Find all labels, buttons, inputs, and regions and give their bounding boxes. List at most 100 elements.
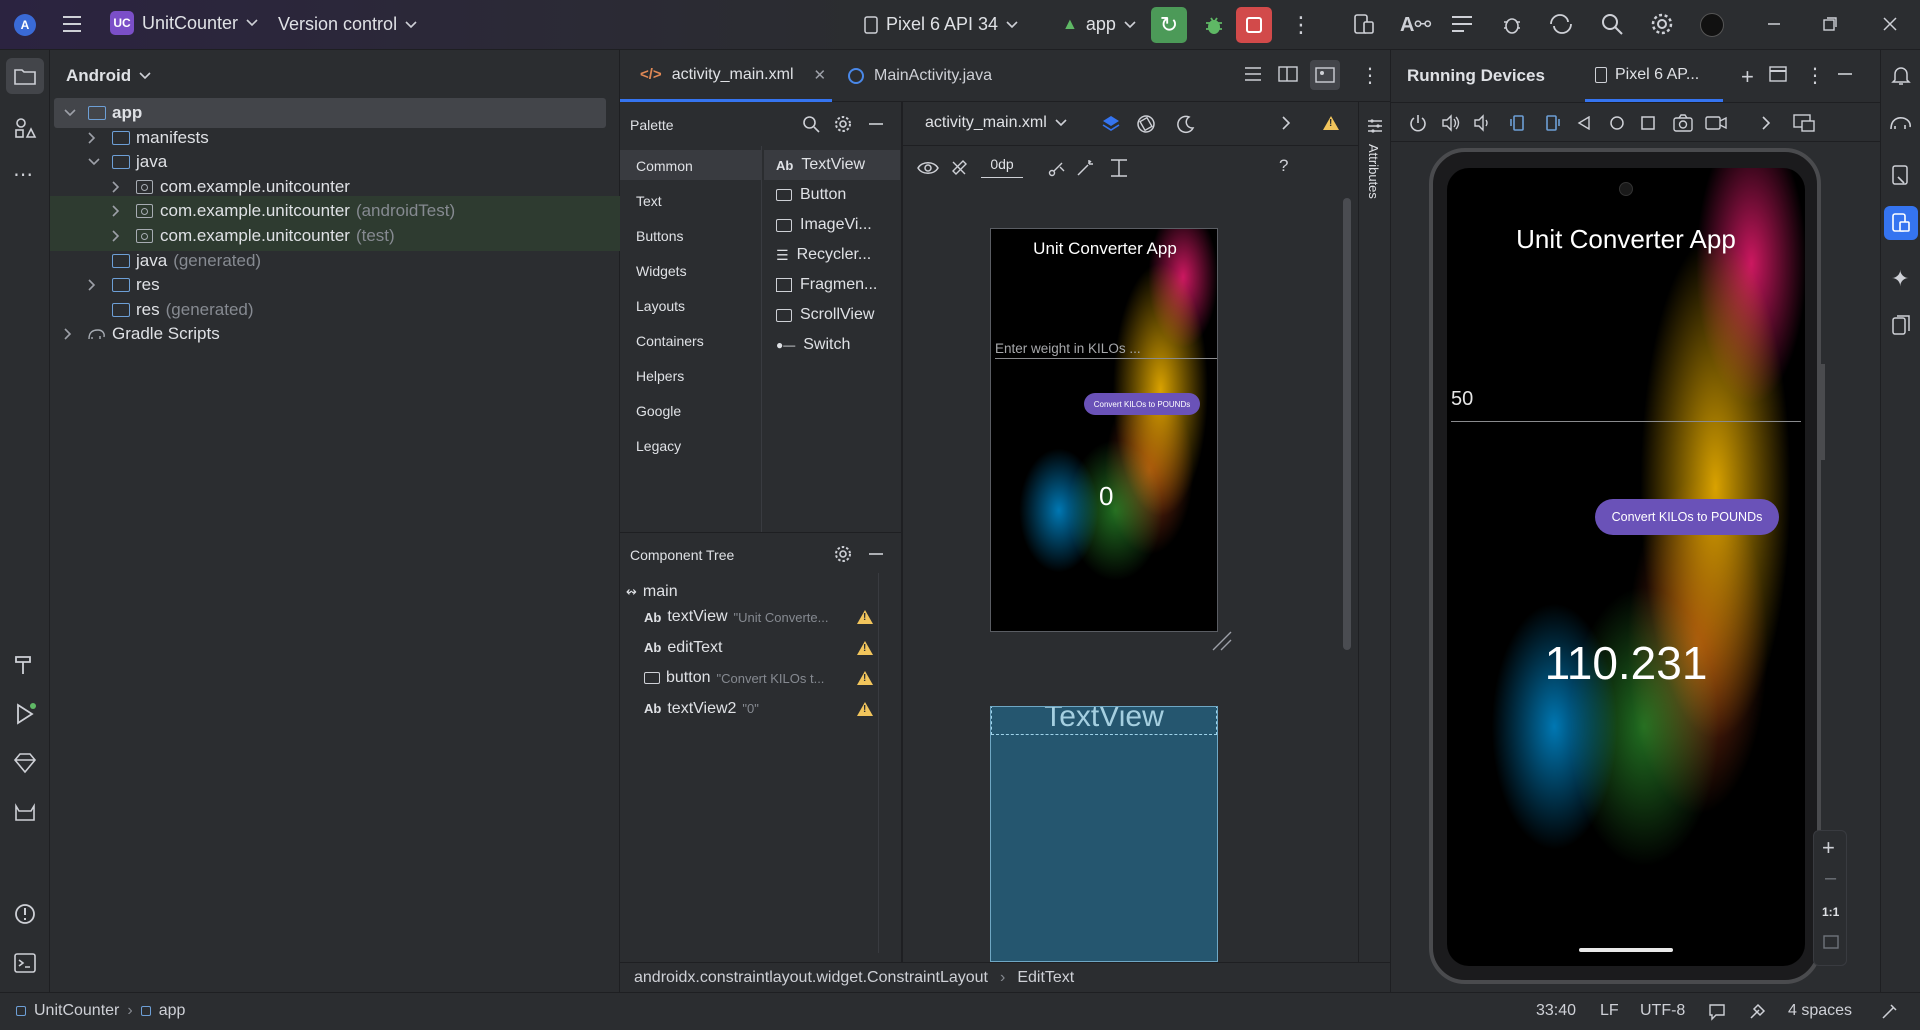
close-tab-icon[interactable]: ✕ (814, 66, 827, 84)
palette-category[interactable]: Widgets (636, 263, 687, 279)
settings-gear-icon[interactable] (1650, 12, 1674, 36)
orientation-icon[interactable] (1135, 114, 1157, 134)
rotate-right-icon[interactable] (1543, 114, 1561, 132)
power-icon[interactable] (1409, 114, 1427, 132)
autoconnect-off-icon[interactable] (949, 158, 969, 178)
hide-panel-icon[interactable] (1837, 72, 1853, 76)
component-item[interactable]: Ab editText (644, 639, 874, 657)
breadcrumb-item[interactable]: androidx.constraintlayout.widget.Constra… (634, 969, 988, 987)
default-margin-field[interactable]: 0dp (981, 156, 1023, 178)
palette-category[interactable]: Common (636, 158, 693, 174)
logcat-cat-icon[interactable] (13, 802, 37, 824)
clear-constraints-icon[interactable] (1047, 158, 1067, 178)
mirror-screen-icon[interactable] (1793, 114, 1815, 132)
account-avatar-icon[interactable] (1700, 13, 1724, 37)
chevron-down-icon[interactable] (88, 158, 104, 166)
project-folder-icon[interactable] (6, 58, 44, 94)
settings-gear-icon[interactable] (834, 545, 852, 563)
warning-icon[interactable] (857, 671, 873, 685)
palette-category[interactable]: Legacy (636, 438, 681, 454)
tree-item[interactable]: Gradle Scripts (50, 319, 620, 349)
attributes-side-tab[interactable]: Attributes (1358, 102, 1390, 962)
chevron-right-icon[interactable] (1761, 116, 1771, 130)
device-mirror-icon[interactable] (1890, 314, 1912, 336)
chevron-down-icon[interactable] (64, 109, 80, 117)
debug-icon[interactable] (1200, 11, 1228, 39)
build-hammer-icon[interactable] (13, 652, 37, 676)
zoom-actual-size-button[interactable]: 1:1 (1822, 905, 1839, 919)
blueprint-textview[interactable]: TextView (991, 707, 1217, 735)
palette-category[interactable]: Google (636, 403, 681, 419)
breadcrumb-item[interactable]: EditText (1017, 969, 1074, 987)
component-item[interactable]: Ab textView "Unit Converte... (644, 608, 874, 626)
more-tool-windows-icon[interactable]: ⋯ (13, 162, 33, 187)
main-menu-icon[interactable] (62, 15, 82, 33)
search-icon[interactable] (1600, 12, 1624, 36)
device-screen[interactable]: Unit Converter App 50 Convert KILOs to P… (1447, 168, 1805, 966)
readonly-toggle-icon[interactable] (1880, 1003, 1898, 1021)
minimize-panel-icon[interactable] (868, 552, 884, 556)
minimize-panel-icon[interactable] (868, 122, 884, 126)
design-blueprint-toggle-icon[interactable] (1101, 114, 1121, 134)
chevron-right-icon[interactable] (88, 132, 104, 144)
chevron-right-icon[interactable] (112, 205, 128, 217)
overview-icon[interactable] (1641, 116, 1655, 130)
zoom-fit-icon[interactable] (1823, 935, 1839, 949)
palette-item-fragment[interactable]: Fragmen... (776, 276, 877, 294)
layout-file-selector[interactable]: activity_main.xml (925, 114, 1067, 132)
palette-category[interactable]: Layouts (636, 298, 685, 314)
chevron-right-icon[interactable] (64, 328, 80, 340)
notifications-bell-icon[interactable] (1890, 64, 1912, 86)
preview-result-text[interactable]: 0 (1099, 481, 1113, 512)
caret-position[interactable]: 33:40 (1536, 1002, 1576, 1020)
palette-category[interactable]: Helpers (636, 368, 684, 384)
gem-icon[interactable] (13, 752, 37, 774)
warning-icon[interactable] (857, 610, 873, 624)
component-root-main[interactable]: ↭ main (626, 583, 678, 601)
chevron-right-icon[interactable] (1281, 116, 1291, 130)
more-options-icon[interactable]: ⋮ (1805, 63, 1825, 88)
device-file-explorer-icon[interactable] (1890, 164, 1912, 186)
palette-item-imageview[interactable]: ImageVi... (776, 216, 872, 234)
running-devices-icon[interactable] (1884, 206, 1918, 240)
zoom-in-icon[interactable]: + (1822, 835, 1835, 861)
project-switcher[interactable]: UC UnitCounter (110, 11, 258, 35)
blueprint-preview-frame[interactable]: TextView (990, 706, 1218, 962)
search-icon[interactable] (802, 115, 820, 133)
volume-up-icon[interactable] (1441, 114, 1461, 132)
tab-activity-main-xml[interactable]: </> activity_main.xml ✕ (620, 50, 832, 102)
more-options-icon[interactable]: ⋮ (1360, 63, 1380, 88)
rotate-left-icon[interactable] (1509, 114, 1527, 132)
inspection-widget-icon[interactable] (1708, 1003, 1726, 1021)
apply-changes-restart-icon[interactable]: ↻ (1151, 7, 1187, 43)
palette-category[interactable]: Text (636, 193, 662, 209)
component-item[interactable]: button "Convert KILOs t... (644, 669, 874, 687)
device-manager-icon[interactable] (1352, 12, 1376, 36)
night-mode-icon[interactable] (1175, 114, 1195, 134)
palette-category[interactable]: Containers (636, 333, 704, 349)
run-configuration-selector[interactable]: ▲ app (1062, 14, 1136, 35)
stop-icon[interactable] (1236, 7, 1272, 43)
terminal-icon[interactable] (13, 952, 37, 974)
more-actions-icon[interactable]: ⋮ (1290, 12, 1312, 38)
version-control-menu[interactable]: Version control (278, 14, 417, 35)
translations-icon[interactable]: A⚯ (1400, 12, 1431, 37)
window-layout-icon[interactable] (1769, 66, 1787, 82)
palette-item-button[interactable]: Button (776, 186, 846, 204)
restore-window-icon[interactable] (1822, 16, 1838, 32)
gemini-sparkle-icon[interactable]: ✦ (1891, 266, 1909, 292)
volume-down-icon[interactable] (1473, 114, 1491, 132)
chevron-right-icon[interactable] (112, 230, 128, 242)
warning-icon[interactable] (1323, 116, 1339, 130)
palette-item-recyclerview[interactable]: ☰ Recycler... (776, 246, 871, 264)
weight-input-field[interactable]: 50 (1451, 388, 1801, 422)
design-vertical-scrollbar[interactable] (1343, 198, 1351, 650)
palette-item-textview[interactable]: Ab TextView (776, 156, 865, 174)
minimize-window-icon[interactable] (1766, 16, 1782, 32)
sync-gradle-icon[interactable] (1548, 12, 1574, 36)
android-studio-logo-icon[interactable]: A (14, 14, 36, 36)
warning-icon[interactable] (857, 640, 873, 655)
gradle-elephant-icon[interactable] (1889, 112, 1913, 134)
device-selector[interactable]: Pixel 6 API 34 (864, 14, 1018, 35)
palette-item-scrollview[interactable]: ScrollView (776, 306, 874, 324)
